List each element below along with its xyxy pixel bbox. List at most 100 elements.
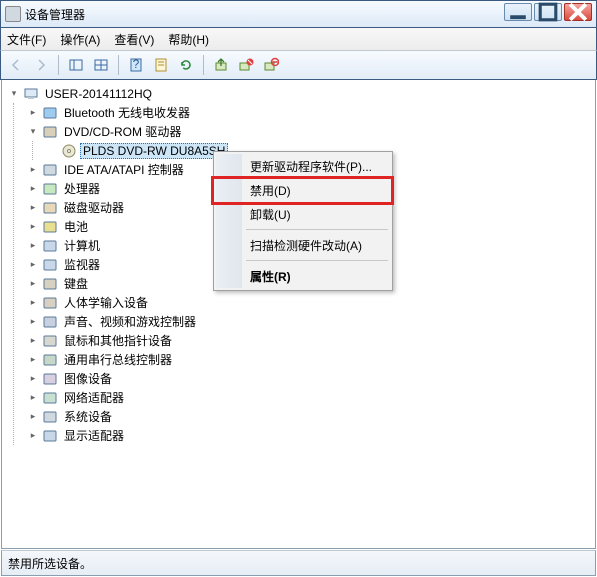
expander-icon[interactable]: ▸ (27, 259, 39, 271)
arrow-left-icon (8, 57, 24, 73)
expander-icon[interactable]: ▸ (27, 164, 39, 176)
tree-node-label: 声音、视频和游戏控制器 (61, 312, 199, 331)
tree-node[interactable]: ▸ 显示适配器 (27, 426, 595, 445)
menu-action[interactable]: 操作(A) (60, 31, 100, 48)
minimize-icon (505, 0, 531, 25)
tree-node[interactable]: ▸ 声音、视频和游戏控制器 (27, 312, 595, 331)
tree-node-label: 显示适配器 (61, 426, 127, 445)
expander-icon[interactable]: ▸ (27, 316, 39, 328)
expander-icon[interactable]: ▸ (27, 202, 39, 214)
tree-node-label: 图像设备 (61, 369, 115, 388)
tree-leaf-label: PLDS DVD-RW DU8A5SH (80, 143, 228, 159)
device-icon (42, 162, 58, 178)
cm-uninstall[interactable]: 卸载(U) (216, 202, 390, 226)
expander-icon[interactable]: ▸ (27, 430, 39, 442)
statusbar: 禁用所选设备。 (1, 550, 596, 576)
toolbar-separator (118, 55, 119, 75)
context-menu-separator (246, 229, 388, 230)
expander-icon[interactable]: ▸ (27, 183, 39, 195)
cm-scan[interactable]: 扫描检测硬件改动(A) (216, 233, 390, 257)
cm-disable[interactable]: 禁用(D) (216, 178, 390, 202)
maximize-button[interactable] (534, 3, 562, 21)
menu-help[interactable]: 帮助(H) (168, 31, 209, 48)
view2-button[interactable] (90, 54, 112, 76)
titlebar: 设备管理器 (0, 0, 597, 28)
expander-icon[interactable]: ▸ (27, 354, 39, 366)
tree-node-label: IDE ATA/ATAPI 控制器 (61, 160, 187, 179)
computer-icon (23, 86, 39, 102)
tree-node[interactable]: ▸ 图像设备 (27, 369, 595, 388)
refresh-button[interactable] (175, 54, 197, 76)
expander-icon[interactable]: ▸ (27, 411, 39, 423)
maximize-icon (535, 0, 561, 25)
help-icon: ? (128, 57, 144, 73)
back-button (5, 54, 27, 76)
menu-file[interactable]: 文件(F) (7, 31, 46, 48)
tree-node[interactable]: ▸ 通用串行总线控制器 (27, 350, 595, 369)
tree-node-label: 计算机 (61, 236, 103, 255)
tree-node[interactable]: ▸ 人体学输入设备 (27, 293, 595, 312)
disable-button[interactable] (235, 54, 257, 76)
tree-node-label: 鼠标和其他指针设备 (61, 331, 175, 350)
expander-icon[interactable]: ▸ (27, 335, 39, 347)
minimize-button[interactable] (504, 3, 532, 21)
tree-node-label: 处理器 (61, 179, 103, 198)
close-button[interactable] (564, 3, 592, 21)
device-icon (42, 390, 58, 406)
device-icon (42, 219, 58, 235)
tree-root-row[interactable]: ▾USER-20141112HQ (8, 84, 595, 103)
menubar: 文件(F) 操作(A) 查看(V) 帮助(H) (0, 28, 597, 50)
window-controls (504, 3, 592, 21)
update-driver-button[interactable] (210, 54, 232, 76)
expander-icon[interactable]: ▸ (27, 278, 39, 290)
device-icon (42, 105, 58, 121)
device-icon (42, 295, 58, 311)
expander-icon[interactable]: ▸ (27, 240, 39, 252)
expander-icon[interactable]: ▸ (27, 373, 39, 385)
device-icon (42, 371, 58, 387)
expander-icon[interactable]: ▸ (27, 221, 39, 233)
properties-button[interactable] (150, 54, 172, 76)
cm-update-driver[interactable]: 更新驱动程序软件(P)... (216, 154, 390, 178)
tree-node[interactable]: ▾DVD/CD-ROM 驱动器 (27, 122, 595, 141)
tree-node[interactable]: ▸Bluetooth 无线电收发器 (27, 103, 595, 122)
device-icon (42, 352, 58, 368)
expander-icon[interactable]: ▸ (27, 107, 39, 119)
tree-node[interactable]: ▸ 系统设备 (27, 407, 595, 426)
help-button[interactable]: ? (125, 54, 147, 76)
toolbar-separator (203, 55, 204, 75)
context-menu-separator (246, 260, 388, 261)
forward-button (30, 54, 52, 76)
uninstall-button[interactable] (260, 54, 282, 76)
update-icon (213, 57, 229, 73)
expander-icon[interactable]: ▸ (27, 392, 39, 404)
grid-icon (93, 57, 109, 73)
device-icon (42, 428, 58, 444)
view1-button[interactable] (65, 54, 87, 76)
device-icon (42, 124, 58, 140)
context-menu: 更新驱动程序软件(P)... 禁用(D) 卸载(U) 扫描检测硬件改动(A) 属… (213, 151, 393, 291)
tree-node-label: 人体学输入设备 (61, 293, 151, 312)
device-icon (42, 409, 58, 425)
tree-node-label: 网络适配器 (61, 388, 127, 407)
svg-text:?: ? (133, 57, 140, 71)
tree-node-label: 通用串行总线控制器 (61, 350, 175, 369)
cm-label: 更新驱动程序软件(P)... (250, 158, 372, 175)
refresh-icon (178, 57, 194, 73)
cm-label: 属性(R) (250, 268, 291, 285)
expander-icon[interactable]: ▾ (8, 88, 20, 100)
tree-node-label: 监视器 (61, 255, 103, 274)
device-icon (42, 238, 58, 254)
menu-view[interactable]: 查看(V) (114, 31, 154, 48)
device-icon (42, 314, 58, 330)
device-icon (42, 276, 58, 292)
tree-node-label: 系统设备 (61, 407, 115, 426)
cm-label: 禁用(D) (250, 182, 291, 199)
uninstall-icon (263, 57, 279, 73)
tree-node[interactable]: ▸ 网络适配器 (27, 388, 595, 407)
expander-icon[interactable]: ▸ (27, 297, 39, 309)
expander-icon[interactable]: ▾ (27, 126, 39, 138)
cm-label: 扫描检测硬件改动(A) (250, 237, 362, 254)
cm-properties[interactable]: 属性(R) (216, 264, 390, 288)
tree-node[interactable]: ▸ 鼠标和其他指针设备 (27, 331, 595, 350)
